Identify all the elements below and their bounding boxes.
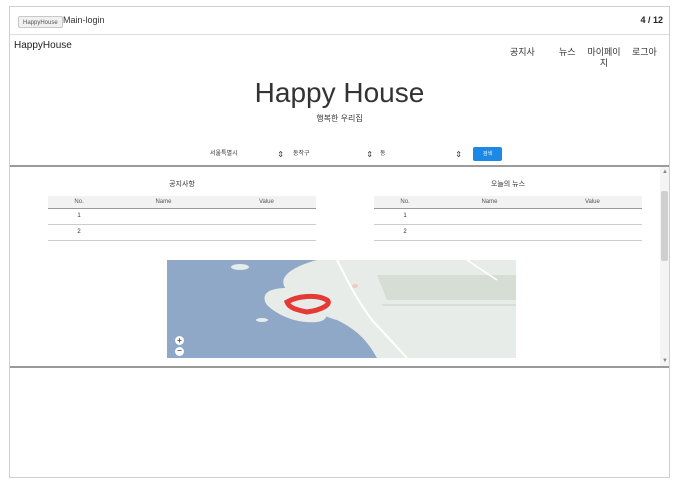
news-table: No. Name Value 1 2 (374, 196, 642, 241)
top-bar: HappyHouse Main-login 4 / 12 (10, 7, 669, 35)
table-row[interactable]: 1 (374, 208, 642, 225)
table-row[interactable]: 1 (48, 208, 316, 225)
updown-arrow-icon: ⇕ (455, 150, 462, 159)
presentation-frame: HappyHouse Main-login 4 / 12 HappyHouse … (9, 6, 670, 478)
map-view[interactable] (167, 260, 516, 358)
nav-news[interactable]: 뉴스 (559, 47, 576, 58)
nav-logout[interactable]: 로그아 (632, 47, 657, 58)
news-cell-name (436, 224, 543, 241)
city-select-value: 서울특별시 (210, 151, 238, 157)
news-cell-no: 1 (374, 208, 437, 225)
scroll-up-arrow-icon[interactable]: ▲ (662, 169, 668, 175)
site-brand[interactable]: HappyHouse (14, 40, 72, 51)
dong-select-value: 동 (380, 151, 386, 157)
notice-col-no: No. (48, 196, 111, 209)
district-select-value: 동작구 (293, 151, 310, 157)
news-section-title: 오늘의 뉴스 (490, 181, 526, 188)
search-button[interactable]: 검색 (473, 147, 502, 161)
notice-cell-name (110, 224, 217, 241)
news-col-no: No. (374, 196, 437, 209)
notice-cell-value (216, 224, 316, 241)
hero-title: Happy House (254, 77, 425, 108)
notice-cell-no: 2 (48, 224, 111, 241)
notice-cell-value (216, 208, 316, 225)
table-row[interactable]: 2 (48, 224, 316, 241)
scroll-thumb[interactable] (661, 191, 668, 261)
table-row[interactable]: 2 (374, 224, 642, 241)
notice-section-title: 공지사항 (169, 181, 195, 188)
project-tag: HappyHouse (18, 16, 63, 28)
news-cell-value (542, 224, 642, 241)
notice-table: No. Name Value 1 2 (48, 196, 316, 241)
footer-area (10, 368, 669, 477)
news-cell-name (436, 208, 543, 225)
city-select[interactable]: 서울특별시 ⇕ (206, 145, 286, 164)
content-scroll-region[interactable]: 공지사항 No. Name Value 1 2 오늘의 뉴스 No. Name … (10, 165, 669, 368)
updown-arrow-icon: ⇕ (277, 150, 284, 159)
map-graphic (167, 260, 516, 358)
dong-select[interactable]: 동 ⇕ (376, 145, 464, 164)
notice-cell-name (110, 208, 217, 225)
scroll-down-arrow-icon[interactable]: ▼ (662, 358, 668, 364)
zoom-out-button[interactable]: − (175, 347, 184, 356)
zoom-in-button[interactable]: + (175, 336, 184, 345)
updown-arrow-icon: ⇕ (366, 150, 373, 159)
vertical-scrollbar[interactable]: ▲ ▼ (660, 167, 669, 366)
news-cell-value (542, 208, 642, 225)
district-select[interactable]: 동작구 ⇕ (289, 145, 375, 164)
page-name: Main-login (63, 15, 105, 25)
page-counter: 4 / 12 (640, 15, 663, 25)
notice-col-name: Name (110, 196, 217, 209)
news-cell-no: 2 (374, 224, 437, 241)
news-col-name: Name (436, 196, 543, 209)
news-col-value: Value (542, 196, 642, 209)
hero-subtitle: 행복한 우리집 (316, 114, 363, 123)
nav-notice[interactable]: 공지사 (510, 47, 535, 58)
notice-col-value: Value (216, 196, 316, 209)
nav-mypage[interactable]: 마이페이지 (584, 47, 624, 69)
notice-cell-no: 1 (48, 208, 111, 225)
